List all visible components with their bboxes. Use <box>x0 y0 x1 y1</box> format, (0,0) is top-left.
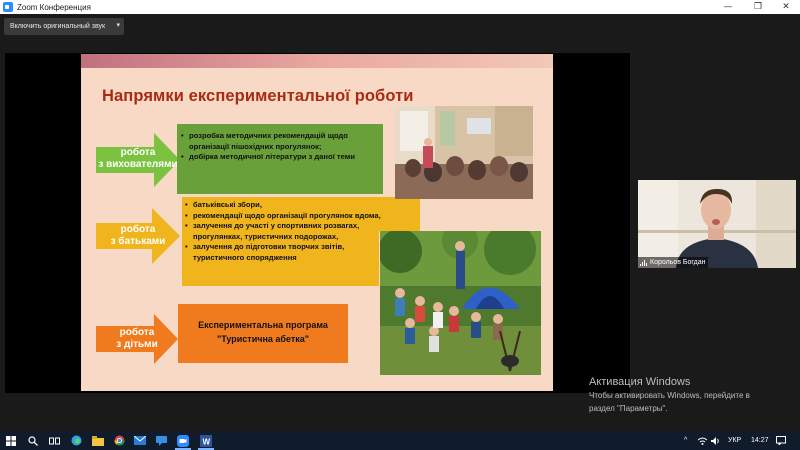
tray-chevron[interactable]: ^ <box>684 431 687 450</box>
slide-top-band <box>81 54 553 68</box>
box-parents: батьківські збори, рекомендації щодо орг… <box>182 198 382 264</box>
word-icon[interactable]: W <box>196 431 216 450</box>
zoom-taskbar-icon[interactable] <box>173 431 193 450</box>
camping-photo <box>380 231 541 375</box>
list-item: добірка методичної літератури з даної те… <box>180 152 379 163</box>
original-sound-label: Включить оригинальный звук <box>10 23 106 30</box>
arrow-children-line1: робота <box>119 327 155 338</box>
box-teachers: розробка методичних рекомендацій щодо ор… <box>177 124 383 194</box>
maximize-button[interactable]: ❐ <box>744 0 772 14</box>
list-item: батьківські збори, <box>184 200 382 211</box>
chevron-down-icon[interactable]: ▾ <box>116 21 120 29</box>
minimize-button[interactable]: — <box>714 0 742 14</box>
arrow-parents-line2: з батьками <box>110 236 166 247</box>
arrow-parents-line1: робота <box>120 224 156 235</box>
audio-level-icon <box>640 259 647 266</box>
volume-icon[interactable] <box>711 431 721 450</box>
program-title: Експериментальна програма <box>198 320 328 330</box>
participant-nameplate: Корольов Богдан <box>638 257 709 268</box>
watermark-line2: раздел "Параметры". <box>589 404 668 413</box>
arrow-teachers-line1: робота <box>120 147 156 158</box>
classroom-photo <box>395 106 533 199</box>
participant-video[interactable]: Корольов Богдан <box>638 180 796 268</box>
box-children: Експериментальна програма "Туристична аб… <box>178 304 348 363</box>
window-title: Zoom Конференция <box>17 2 91 12</box>
participant-image <box>638 180 796 268</box>
original-sound-button[interactable]: Включить оригинальный звук ▾ <box>4 18 124 35</box>
presentation-slide: Напрямки експериментальної роботи робота… <box>81 54 553 391</box>
list-item: рекомендації щодо організації прогулянок… <box>184 211 396 222</box>
mail-icon[interactable] <box>131 431 149 450</box>
notifications-icon[interactable] <box>776 431 786 450</box>
watermark-line1: Чтобы активировать Windows, перейдите в <box>589 391 750 400</box>
windows-start-icon[interactable] <box>2 431 20 450</box>
windows-taskbar: W ^ УКР 14:27 <box>0 431 800 450</box>
file-explorer-icon[interactable] <box>89 431 107 450</box>
network-icon[interactable] <box>698 431 707 450</box>
participant-name: Корольов Богдан <box>650 259 706 266</box>
arrow-children-line2: з дітьми <box>116 339 158 350</box>
meeting-toolbar: Включить оригинальный звук ▾ <box>0 14 800 40</box>
program-name: "Туристична абетка" <box>216 334 310 344</box>
arrow-teachers: робота з вихователями <box>96 133 180 187</box>
windows-activation-watermark: Активация Windows Чтобы активировать Win… <box>589 376 750 414</box>
keyboard-language[interactable]: УКР <box>728 431 741 450</box>
watermark-title: Активация Windows <box>589 376 691 388</box>
classroom-image <box>395 106 533 199</box>
chrome-icon[interactable] <box>110 431 128 450</box>
window-titlebar: Zoom Конференция — ❐ ✕ <box>0 0 800 14</box>
list-item: залучення до участі у спортивних розвага… <box>184 221 384 242</box>
zoom-app-icon <box>3 2 13 12</box>
clock[interactable]: 14:27 <box>751 431 769 450</box>
svg-text:W: W <box>203 437 211 446</box>
close-button[interactable]: ✕ <box>772 0 800 14</box>
list-item: залучення до підготовки творчих звітів, … <box>184 242 374 263</box>
messaging-icon[interactable] <box>152 431 170 450</box>
arrow-teachers-line2: з вихователями <box>98 159 178 170</box>
arrow-children: робота з дітьми <box>96 314 178 364</box>
slide-title: Напрямки експериментальної роботи <box>102 87 414 105</box>
list-item: розробка методичних рекомендацій щодо ор… <box>180 131 379 152</box>
edge-icon[interactable] <box>67 431 85 450</box>
task-view-icon[interactable] <box>45 431 63 450</box>
search-icon[interactable] <box>24 431 42 450</box>
camping-image <box>380 231 541 375</box>
arrow-parents: робота з батьками <box>96 208 180 264</box>
